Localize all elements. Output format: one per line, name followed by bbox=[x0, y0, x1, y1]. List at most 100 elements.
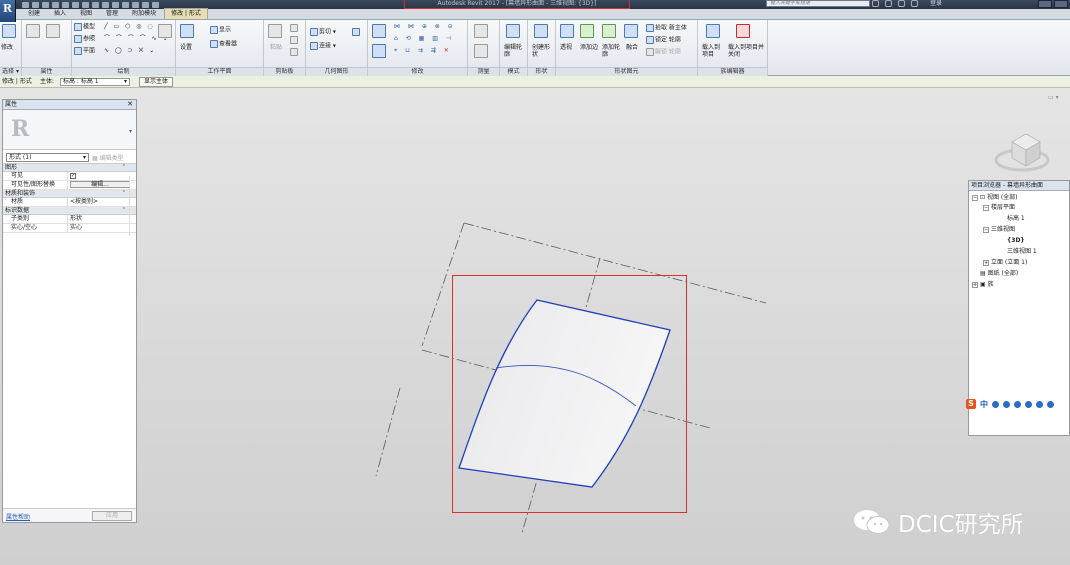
apply-button[interactable]: 应用 bbox=[92, 511, 132, 521]
pick-lines-button[interactable] bbox=[158, 24, 173, 38]
modify-tools-row1[interactable]: ⋈ ⋈ ⊕ ⊗ ⊝ bbox=[394, 23, 456, 30]
spline-tools[interactable]: ∿ ◯ ⊃ ⨉ ⌄ bbox=[104, 47, 156, 54]
quick-access-toolbar[interactable] bbox=[22, 0, 159, 9]
set-work-plane-button[interactable] bbox=[180, 24, 195, 38]
expand-icon[interactable]: + bbox=[972, 281, 978, 288]
tab-insert[interactable]: 插入 bbox=[48, 9, 72, 19]
geometry-extra-button[interactable] bbox=[352, 28, 361, 36]
unlock-profile-button[interactable]: 解锁 轮廓 bbox=[646, 48, 681, 56]
modify-tools-row3[interactable]: ⌖ ⊔ ⇉ ⇶ ✕ bbox=[394, 47, 452, 54]
switch-windows-icon[interactable] bbox=[152, 1, 159, 8]
keyboard-icon[interactable] bbox=[1025, 400, 1032, 408]
chevron-down-icon[interactable]: ▾ bbox=[129, 128, 132, 135]
ime-language[interactable]: 中 bbox=[980, 399, 988, 410]
restore-button[interactable] bbox=[1054, 0, 1068, 8]
binoculars-icon[interactable] bbox=[872, 0, 879, 7]
modify-button[interactable] bbox=[2, 24, 17, 38]
viewcube[interactable] bbox=[990, 120, 1050, 178]
host-select[interactable]: 标高 : 标高 1 ▾ bbox=[60, 78, 130, 86]
properties-help-link[interactable]: 属性帮助 bbox=[6, 512, 30, 521]
collapse-icon[interactable]: − bbox=[983, 204, 989, 211]
xray-button[interactable] bbox=[560, 24, 575, 38]
show-work-plane-button[interactable]: 显示 bbox=[210, 26, 231, 34]
redo-icon[interactable] bbox=[62, 1, 69, 8]
punctuation-icon[interactable] bbox=[992, 400, 999, 408]
dimension-button[interactable] bbox=[474, 44, 489, 58]
section-icon[interactable] bbox=[122, 1, 129, 8]
tab-view[interactable]: 视图 bbox=[74, 9, 98, 19]
search-input[interactable]: 键入关键字或短语 bbox=[766, 0, 870, 7]
close-icon[interactable]: ✕ bbox=[127, 100, 133, 109]
emoji-icon[interactable] bbox=[1003, 400, 1010, 408]
undo-icon[interactable] bbox=[52, 1, 59, 8]
tree-item-3d-views[interactable]: − 三维视图 bbox=[983, 226, 1015, 234]
3d-view-icon[interactable] bbox=[112, 1, 119, 8]
move-button[interactable] bbox=[372, 44, 387, 58]
open-icon[interactable] bbox=[22, 1, 29, 8]
add-edge-button[interactable] bbox=[580, 24, 595, 38]
save-icon[interactable] bbox=[32, 1, 39, 8]
tab-create[interactable]: 创建 bbox=[22, 9, 46, 19]
select-panel-label[interactable]: 选择 ▾ bbox=[0, 67, 21, 76]
viewer-button[interactable]: 查看器 bbox=[210, 40, 237, 48]
tree-item-sheets[interactable]: ▤ 图纸 (全部) bbox=[972, 270, 1018, 278]
edit-visibility-button[interactable]: 编辑... bbox=[70, 181, 130, 188]
tree-item-floor-plans[interactable]: − 楼层平面 bbox=[983, 204, 1015, 212]
skin-icon[interactable] bbox=[1036, 400, 1043, 408]
property-value[interactable]: ✓ bbox=[67, 172, 128, 180]
show-host-button[interactable]: 显示主体 bbox=[139, 77, 174, 87]
modify-tools-row2[interactable]: ⌂ ⟲ ▦ ▥ ⊣ bbox=[394, 35, 454, 42]
print-icon[interactable] bbox=[72, 1, 79, 8]
sync-icon[interactable] bbox=[42, 1, 49, 8]
align-button[interactable] bbox=[372, 24, 387, 38]
dimension-icon[interactable] bbox=[92, 1, 99, 8]
measure-icon[interactable] bbox=[82, 1, 89, 8]
expand-icon[interactable]: + bbox=[983, 259, 989, 266]
tree-item-level-1[interactable]: 标高 1 bbox=[1007, 215, 1025, 223]
tree-item-elevations[interactable]: + 立面 (立面 1) bbox=[983, 259, 1027, 267]
microphone-icon[interactable] bbox=[1014, 400, 1021, 408]
viewcube-minimize-icon[interactable]: ▭ ▾ bbox=[1048, 94, 1059, 101]
solid-void-value[interactable]: 实心 bbox=[67, 224, 128, 232]
draw-plane-button[interactable]: 平面 bbox=[74, 47, 95, 55]
tree-item-families[interactable]: + ▣ 族 bbox=[972, 281, 994, 289]
section-identity[interactable]: 标识数据 ⌃ bbox=[3, 207, 136, 215]
delete-icon[interactable]: ✕ bbox=[444, 47, 452, 54]
user-icon[interactable] bbox=[911, 0, 918, 7]
close-hidden-icon[interactable] bbox=[142, 1, 149, 8]
cut-clip-button[interactable] bbox=[290, 24, 299, 32]
draw-model-button[interactable]: 模型 bbox=[74, 23, 95, 31]
collapse-icon[interactable]: − bbox=[983, 226, 989, 233]
ref-line-left-lower[interactable] bbox=[375, 387, 401, 477]
subcategory-value[interactable]: 形状 bbox=[67, 215, 128, 223]
application-menu-button[interactable]: R bbox=[0, 0, 16, 22]
load-and-close-button[interactable] bbox=[736, 24, 751, 38]
create-form-button[interactable] bbox=[534, 24, 549, 38]
properties-scrollbar[interactable] bbox=[129, 176, 135, 236]
paste-button[interactable] bbox=[268, 24, 283, 38]
section-graphics[interactable]: 图形 ⌃ bbox=[3, 164, 136, 172]
collapse-icon[interactable]: − bbox=[972, 194, 978, 201]
type-properties-button[interactable] bbox=[46, 24, 61, 38]
tab-addins[interactable]: 附加模块 bbox=[126, 9, 162, 19]
collapse-icon[interactable]: ⌃ bbox=[122, 164, 126, 171]
match-button[interactable] bbox=[290, 48, 299, 56]
minimize-button[interactable] bbox=[1038, 0, 1052, 8]
shirt-icon[interactable] bbox=[1047, 400, 1054, 408]
edit-profile-button[interactable] bbox=[506, 24, 521, 38]
sogou-logo-icon[interactable]: S bbox=[966, 399, 976, 409]
text-icon[interactable] bbox=[102, 1, 109, 8]
measure-button[interactable] bbox=[474, 24, 489, 38]
section-materials[interactable]: 材质和装饰 ⌃ bbox=[3, 190, 136, 198]
cut-geometry-button[interactable]: 剪切 ▾ bbox=[310, 28, 336, 36]
edit-type-button[interactable]: ▦ 编辑类型 bbox=[92, 153, 124, 162]
lock-profile-button[interactable]: 锁定 轮廓 bbox=[646, 36, 681, 44]
ime-toolbar[interactable]: S 中 bbox=[966, 398, 1070, 410]
blend-button[interactable] bbox=[624, 24, 639, 38]
tree-item-3d-view-1[interactable]: 三维视图 1 bbox=[1007, 248, 1037, 256]
load-into-project-button[interactable] bbox=[706, 24, 721, 38]
material-value[interactable]: <按类别> bbox=[67, 198, 128, 206]
star-icon[interactable] bbox=[898, 0, 905, 7]
join-geometry-button[interactable]: 连接 ▾ bbox=[310, 42, 336, 50]
pick-new-host-button[interactable]: 拾取 新主体 bbox=[646, 24, 687, 32]
